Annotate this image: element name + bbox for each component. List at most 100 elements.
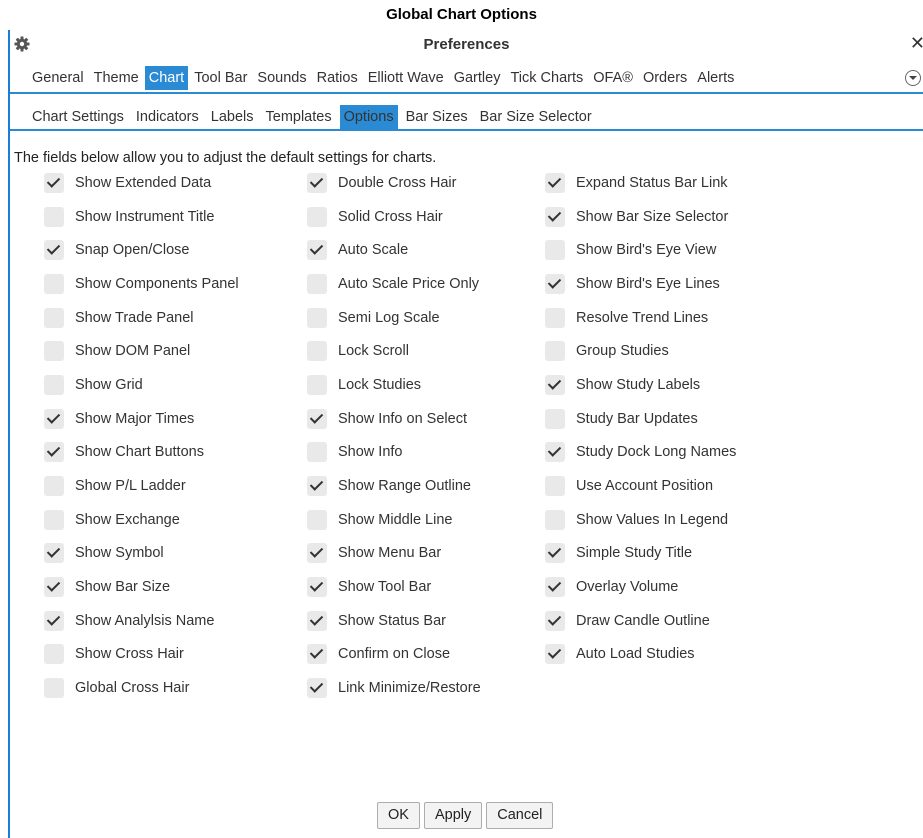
checkbox[interactable] [307, 374, 327, 395]
option-group-studies[interactable]: Group Studies [545, 334, 736, 368]
checkbox[interactable] [307, 543, 327, 564]
option-double-cross-hair[interactable]: Double Cross Hair [307, 166, 481, 200]
option-show-chart-buttons[interactable]: Show Chart Buttons [44, 436, 239, 470]
option-show-instrument-title[interactable]: Show Instrument Title [44, 200, 239, 234]
checkbox[interactable] [44, 509, 64, 530]
checkbox[interactable] [545, 442, 565, 463]
tab-sounds[interactable]: Sounds [253, 66, 310, 90]
tab-alerts[interactable]: Alerts [693, 66, 738, 90]
checkbox[interactable] [307, 644, 327, 665]
checkbox[interactable] [307, 172, 327, 193]
option-lock-studies[interactable]: Lock Studies [307, 368, 481, 402]
tab-ratios[interactable]: Ratios [313, 66, 362, 90]
checkbox[interactable] [307, 341, 327, 362]
option-show-tool-bar[interactable]: Show Tool Bar [307, 570, 481, 604]
checkbox[interactable] [307, 408, 327, 429]
tab-ofa[interactable]: OFA® [589, 66, 637, 90]
checkbox[interactable] [307, 206, 327, 227]
option-semi-log-scale[interactable]: Semi Log Scale [307, 301, 481, 335]
option-auto-scale[interactable]: Auto Scale [307, 233, 481, 267]
checkbox[interactable] [44, 577, 64, 598]
checkbox[interactable] [307, 273, 327, 294]
subtab-bar-sizes[interactable]: Bar Sizes [402, 105, 472, 129]
option-show-middle-line[interactable]: Show Middle Line [307, 503, 481, 537]
checkbox[interactable] [44, 610, 64, 631]
checkbox[interactable] [545, 408, 565, 429]
checkbox[interactable] [307, 240, 327, 261]
option-show-exchange[interactable]: Show Exchange [44, 503, 239, 537]
tab-orders[interactable]: Orders [639, 66, 691, 90]
checkbox[interactable] [307, 442, 327, 463]
checkbox[interactable] [307, 476, 327, 497]
option-link-minimize-restore[interactable]: Link Minimize/Restore [307, 671, 481, 705]
option-show-trade-panel[interactable]: Show Trade Panel [44, 301, 239, 335]
checkbox[interactable] [44, 240, 64, 261]
ok-button[interactable]: OK [377, 802, 420, 829]
checkbox[interactable] [307, 509, 327, 530]
checkbox[interactable] [44, 678, 64, 699]
checkbox[interactable] [44, 307, 64, 328]
checkbox[interactable] [44, 341, 64, 362]
option-study-dock-long-names[interactable]: Study Dock Long Names [545, 436, 736, 470]
checkbox[interactable] [307, 577, 327, 598]
tab-tick-charts[interactable]: Tick Charts [506, 66, 587, 90]
checkbox[interactable] [307, 307, 327, 328]
option-solid-cross-hair[interactable]: Solid Cross Hair [307, 200, 481, 234]
option-expand-status-bar-link[interactable]: Expand Status Bar Link [545, 166, 736, 200]
option-show-bird-s-eye-lines[interactable]: Show Bird's Eye Lines [545, 267, 736, 301]
close-icon[interactable]: ✕ [910, 33, 923, 54]
option-show-study-labels[interactable]: Show Study Labels [545, 368, 736, 402]
checkbox[interactable] [44, 408, 64, 429]
checkbox[interactable] [44, 172, 64, 193]
option-show-bar-size-selector[interactable]: Show Bar Size Selector [545, 200, 736, 234]
tab-general[interactable]: General [28, 66, 88, 90]
tab-theme[interactable]: Theme [90, 66, 143, 90]
checkbox[interactable] [44, 442, 64, 463]
option-show-components-panel[interactable]: Show Components Panel [44, 267, 239, 301]
subtab-bar-size-selector[interactable]: Bar Size Selector [476, 105, 596, 129]
checkbox[interactable] [545, 307, 565, 328]
checkbox[interactable] [545, 644, 565, 665]
subtab-options[interactable]: Options [339, 105, 398, 129]
checkbox[interactable] [545, 273, 565, 294]
option-lock-scroll[interactable]: Lock Scroll [307, 334, 481, 368]
option-draw-candle-outline[interactable]: Draw Candle Outline [545, 604, 736, 638]
option-show-info[interactable]: Show Info [307, 436, 481, 470]
apply-button[interactable]: Apply [423, 802, 483, 829]
option-show-values-in-legend[interactable]: Show Values In Legend [545, 503, 736, 537]
option-show-bar-size[interactable]: Show Bar Size [44, 570, 239, 604]
subtab-templates[interactable]: Templates [262, 105, 336, 129]
option-show-bird-s-eye-view[interactable]: Show Bird's Eye View [545, 233, 736, 267]
tab-chart[interactable]: Chart [144, 66, 189, 90]
option-show-extended-data[interactable]: Show Extended Data [44, 166, 239, 200]
option-show-info-on-select[interactable]: Show Info on Select [307, 402, 481, 436]
option-show-cross-hair[interactable]: Show Cross Hair [44, 638, 239, 672]
tab-elliott-wave[interactable]: Elliott Wave [364, 66, 448, 90]
checkbox[interactable] [44, 476, 64, 497]
checkbox[interactable] [44, 644, 64, 665]
checkbox[interactable] [44, 273, 64, 294]
option-auto-load-studies[interactable]: Auto Load Studies [545, 638, 736, 672]
option-auto-scale-price-only[interactable]: Auto Scale Price Only [307, 267, 481, 301]
option-global-cross-hair[interactable]: Global Cross Hair [44, 671, 239, 705]
option-show-p-l-ladder[interactable]: Show P/L Ladder [44, 469, 239, 503]
tab-tool-bar[interactable]: Tool Bar [190, 66, 251, 90]
option-show-analylsis-name[interactable]: Show Analylsis Name [44, 604, 239, 638]
option-overlay-volume[interactable]: Overlay Volume [545, 570, 736, 604]
tab-gartley[interactable]: Gartley [450, 66, 505, 90]
option-use-account-position[interactable]: Use Account Position [545, 469, 736, 503]
checkbox[interactable] [44, 206, 64, 227]
option-show-menu-bar[interactable]: Show Menu Bar [307, 537, 481, 571]
checkbox[interactable] [545, 206, 565, 227]
subtab-chart-settings[interactable]: Chart Settings [28, 105, 128, 129]
option-simple-study-title[interactable]: Simple Study Title [545, 537, 736, 571]
checkbox[interactable] [545, 509, 565, 530]
subtab-labels[interactable]: Labels [207, 105, 258, 129]
checkbox[interactable] [307, 610, 327, 631]
checkbox[interactable] [545, 577, 565, 598]
checkbox[interactable] [545, 374, 565, 395]
checkbox[interactable] [545, 543, 565, 564]
cancel-button[interactable]: Cancel [486, 802, 554, 829]
option-show-grid[interactable]: Show Grid [44, 368, 239, 402]
checkbox[interactable] [44, 543, 64, 564]
